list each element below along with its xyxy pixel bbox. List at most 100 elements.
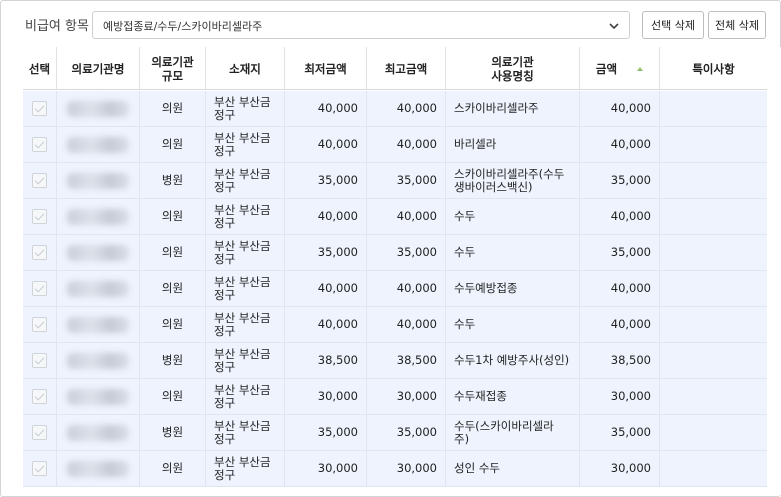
- cell-text: 35,000: [610, 425, 651, 439]
- cell-facility-name: [57, 127, 140, 162]
- cell-min-price: 35,000: [285, 163, 367, 198]
- select-delete-button[interactable]: 선택 삭제: [642, 11, 704, 39]
- cell-facility-size: 의원: [140, 451, 206, 486]
- cell-facility-item-name: 수두예방접종: [446, 271, 580, 306]
- cell-facility-size: 의원: [140, 235, 206, 270]
- cell-min-price: 35,000: [285, 415, 367, 450]
- cell-min-price: 40,000: [285, 199, 367, 234]
- cell-min-price: 40,000: [285, 127, 367, 162]
- column-header-price[interactable]: 금액: [580, 47, 660, 90]
- cell-text: 40,000: [610, 137, 651, 151]
- table-row[interactable]: 의원 부산 부산금 정구 30,000 30,000 수두재접종 30,000: [23, 379, 767, 415]
- table-row[interactable]: 의원 부산 부산금 정구 30,000 30,000 성인 수두 30,000: [23, 451, 767, 487]
- cell-remarks: [660, 271, 767, 306]
- column-header-facility-item-name[interactable]: 의료기관 사용명칭: [446, 47, 580, 90]
- cell-text: 30,000: [610, 461, 651, 475]
- table-row[interactable]: 의원 부산 부산금 정구 40,000 40,000 수두 40,000: [23, 199, 767, 235]
- row-checkbox[interactable]: [32, 389, 47, 404]
- row-checkbox[interactable]: [32, 425, 47, 440]
- row-checkbox[interactable]: [32, 101, 47, 116]
- delete-all-button[interactable]: 전체 삭제: [708, 11, 766, 39]
- cell-select: [23, 343, 57, 378]
- cell-max-price: 40,000: [367, 271, 446, 306]
- table-row[interactable]: 병원 부산 부산금 정구 35,000 35,000 스카이바리셀라주(수두 생바이러스…: [23, 163, 767, 199]
- cell-max-price: 30,000: [367, 451, 446, 486]
- cell-location: 부산 부산금 정구: [206, 307, 285, 342]
- cell-price: 40,000: [580, 199, 660, 234]
- cell-max-price: 35,000: [367, 235, 446, 270]
- column-header-select[interactable]: 선택: [23, 47, 57, 90]
- redacted-facility-name: [67, 172, 129, 189]
- cell-text: 의원: [161, 461, 184, 475]
- column-header-facility-size[interactable]: 의료기관 규모: [140, 47, 206, 90]
- cell-location: 부산 부산금 정구: [206, 343, 285, 378]
- column-header-facility-name[interactable]: 의료기관명: [57, 47, 140, 90]
- redacted-facility-name: [67, 244, 129, 261]
- cell-text: 의원: [161, 209, 184, 223]
- cell-price: 40,000: [580, 307, 660, 342]
- cell-text: 부산 부산금 정구: [214, 310, 271, 338]
- cell-remarks: [660, 235, 767, 270]
- cell-text: 부산 부산금 정구: [214, 382, 271, 410]
- row-checkbox[interactable]: [32, 461, 47, 476]
- row-checkbox[interactable]: [32, 317, 47, 332]
- cell-min-price: 40,000: [285, 91, 367, 126]
- row-checkbox[interactable]: [32, 281, 47, 296]
- redacted-facility-name: [67, 352, 129, 369]
- cell-text: 수두(스카이바리셀라 주): [454, 418, 554, 446]
- cell-facility-name: [57, 451, 140, 486]
- cell-text: 35,000: [317, 425, 358, 439]
- cell-price: 35,000: [580, 235, 660, 270]
- row-checkbox[interactable]: [32, 209, 47, 224]
- table-row[interactable]: 의원 부산 부산금 정구 40,000 40,000 스카이바리셀라주 40,000: [23, 91, 767, 127]
- cell-text: 의원: [161, 317, 184, 331]
- cell-text: 수두예방접종: [454, 281, 518, 295]
- column-header-min-price[interactable]: 최저금액: [285, 47, 367, 90]
- cell-location: 부산 부산금 정구: [206, 235, 285, 270]
- cell-facility-name: [57, 379, 140, 414]
- redacted-facility-name: [67, 100, 129, 117]
- cell-price: 40,000: [580, 127, 660, 162]
- column-header-location[interactable]: 소재지: [206, 47, 285, 90]
- row-checkbox[interactable]: [32, 353, 47, 368]
- cell-text: 스카이바리셀라주(수두 생바이러스백신): [454, 166, 565, 194]
- sort-ascending-icon[interactable]: [637, 66, 644, 71]
- cell-text: 40,000: [317, 209, 358, 223]
- redacted-facility-name: [67, 460, 129, 477]
- row-checkbox[interactable]: [32, 173, 47, 188]
- column-header-label: 최고금액: [384, 61, 428, 76]
- table-row[interactable]: 병원 부산 부산금 정구 38,500 38,500 수두1차 예방주사(성인) 38,5…: [23, 343, 767, 379]
- cell-facility-name: [57, 343, 140, 378]
- cell-text: 38,500: [396, 353, 437, 367]
- column-header-remarks[interactable]: 특이사항: [660, 47, 767, 90]
- cell-select: [23, 307, 57, 342]
- cell-text: 부산 부산금 정구: [214, 166, 271, 194]
- column-header-max-price[interactable]: 최고금액: [367, 47, 446, 90]
- table-row[interactable]: 의원 부산 부산금 정구 35,000 35,000 수두 35,000: [23, 235, 767, 271]
- column-header-label: 의료기관 사용명칭: [491, 54, 534, 83]
- cell-text: 수두재접종: [454, 389, 507, 403]
- cell-min-price: 35,000: [285, 235, 367, 270]
- cell-facility-item-name: 바리셀라: [446, 127, 580, 162]
- row-checkbox[interactable]: [32, 137, 47, 152]
- table-row[interactable]: 병원 부산 부산금 정구 35,000 35,000 수두(스카이바리셀라 주) 35,0…: [23, 415, 767, 451]
- filter-label: 비급여 항목: [25, 19, 89, 34]
- redacted-facility-name: [67, 316, 129, 333]
- table-row[interactable]: 의원 부산 부산금 정구 40,000 40,000 바리셀라 40,000: [23, 127, 767, 163]
- cell-remarks: [660, 163, 767, 198]
- cell-max-price: 30,000: [367, 379, 446, 414]
- right-margin: [767, 47, 781, 495]
- cell-facility-size: 의원: [140, 379, 206, 414]
- row-checkbox[interactable]: [32, 245, 47, 260]
- item-select[interactable]: 예방접종료/수두/스카이바리셀라주: [92, 11, 630, 39]
- redacted-facility-name: [67, 136, 129, 153]
- table-row[interactable]: 의원 부산 부산금 정구 40,000 40,000 수두 40,000: [23, 307, 767, 343]
- table-row[interactable]: 의원 부산 부산금 정구 40,000 40,000 수두예방접종 40,000: [23, 271, 767, 307]
- cell-text: 35,000: [396, 173, 437, 187]
- cell-text: 30,000: [396, 389, 437, 403]
- cell-select: [23, 91, 57, 126]
- cell-location: 부산 부산금 정구: [206, 163, 285, 198]
- redacted-facility-name: [67, 388, 129, 405]
- column-header-label: 선택: [28, 61, 51, 76]
- cell-text: 의원: [161, 389, 184, 403]
